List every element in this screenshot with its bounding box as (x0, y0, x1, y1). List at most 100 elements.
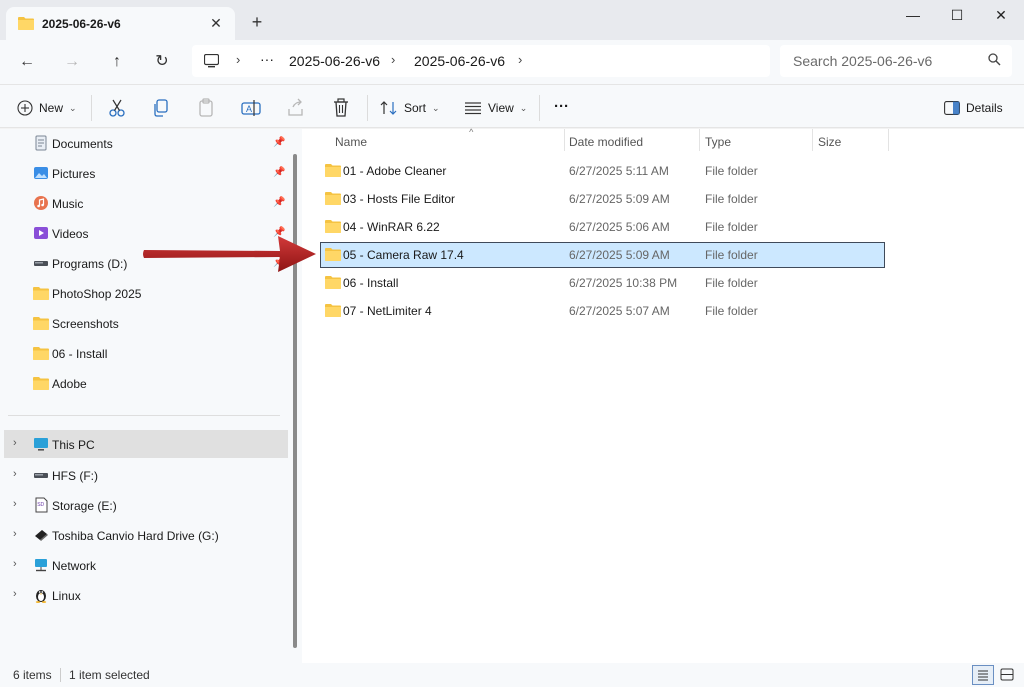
sidebar-item-label: Pictures (52, 167, 96, 181)
maximize-button[interactable]: ☐ (934, 0, 980, 30)
cut-icon[interactable] (106, 97, 128, 119)
refresh-button[interactable]: ↻ (150, 50, 174, 74)
file-name: 05 - Camera Raw 17.4 (343, 248, 464, 262)
chevron-right-icon[interactable]: › (13, 588, 17, 600)
chevron-right-icon[interactable]: › (13, 558, 17, 570)
folder-icon (325, 220, 341, 233)
column-header-date[interactable]: Date modified (563, 129, 699, 155)
sidebar-scrollbar[interactable] (293, 154, 297, 648)
folder-icon (325, 164, 341, 177)
breadcrumb-overflow[interactable]: ··· (260, 51, 274, 67)
svg-text:A: A (246, 104, 252, 114)
file-name: 07 - NetLimiter 4 (343, 304, 432, 318)
sidebar-item-photoshop-2025[interactable]: PhotoShop 2025 (0, 279, 288, 307)
view-list-icon (465, 102, 481, 115)
details-pane-button[interactable]: Details (944, 97, 1003, 119)
new-button[interactable]: New ⌄ (17, 97, 77, 119)
sidebar-item-label: Linux (52, 589, 81, 603)
tab-current-folder[interactable]: 2025-06-26-v6 ✕ (6, 7, 235, 40)
file-date: 6/27/2025 5:09 AM (569, 192, 670, 206)
details-view-button[interactable] (972, 665, 994, 685)
sort-button[interactable]: Sort ⌄ (380, 97, 440, 119)
view-label: View (488, 101, 514, 115)
close-window-button[interactable]: ✕ (978, 0, 1024, 30)
view-button[interactable]: View ⌄ (464, 97, 527, 119)
file-type: File folder (705, 276, 758, 290)
sidebar-item-hfs-drive[interactable]: › HFS (F:) (0, 461, 288, 489)
sidebar-item-storage-drive[interactable]: › SD Storage (E:) (0, 491, 288, 519)
drive-icon (34, 473, 48, 478)
minimize-button[interactable]: — (890, 0, 936, 30)
tab-close-button[interactable]: ✕ (206, 13, 226, 33)
column-divider[interactable] (888, 129, 889, 151)
file-row[interactable]: 06 - Install 6/27/2025 10:38 PM File fol… (320, 270, 885, 296)
folder-icon (325, 248, 341, 261)
sidebar-item-linux[interactable]: › Linux (0, 581, 288, 609)
computer-icon (204, 54, 219, 68)
chevron-right-icon[interactable]: › (13, 437, 17, 449)
tiles-view-icon (1000, 668, 1014, 681)
file-row[interactable]: 03 - Hosts File Editor 6/27/2025 5:09 AM… (320, 186, 885, 212)
breadcrumb-chevron[interactable]: › (518, 52, 522, 67)
back-button[interactable]: ← (15, 50, 39, 74)
column-date-label: Date modified (569, 135, 644, 149)
more-options-button[interactable]: ··· (554, 95, 569, 117)
forward-button[interactable]: → (60, 50, 84, 74)
breadcrumb-chevron[interactable]: › (391, 52, 395, 67)
chevron-right-icon[interactable]: › (13, 528, 17, 540)
paste-icon[interactable] (195, 97, 217, 119)
sidebar-item-06-install[interactable]: 06 - Install (0, 339, 288, 367)
sidebar-divider (8, 415, 280, 416)
sd-card-icon: SD (35, 497, 48, 513)
breadcrumb-chevron[interactable]: › (236, 52, 240, 67)
file-date: 6/27/2025 5:11 AM (569, 164, 669, 178)
sidebar-item-label: 06 - Install (52, 347, 108, 361)
pin-icon: 📌 (273, 197, 286, 208)
column-header-size[interactable]: Size (812, 129, 888, 155)
sidebar-item-this-pc[interactable]: › This PC (4, 430, 288, 458)
folder-icon (325, 304, 341, 317)
status-divider (60, 668, 61, 682)
sidebar-item-music[interactable]: Music 📌 (0, 189, 288, 217)
folder-icon (33, 347, 49, 360)
copy-icon[interactable] (150, 97, 172, 119)
sidebar-item-pictures[interactable]: Pictures 📌 (0, 159, 288, 187)
toolbar-divider (539, 95, 540, 121)
address-bar[interactable]: › ··· 2025-06-26-v6 › 2025-06-26-v6 › (192, 45, 770, 77)
sidebar-item-label: Storage (E:) (52, 499, 117, 513)
plus-circle-icon (17, 100, 33, 116)
details-view-icon (978, 670, 988, 681)
delete-icon[interactable] (330, 97, 352, 119)
navigation-pane: Documents 📌 Pictures 📌 Music 📌 Videos 📌 … (0, 129, 302, 663)
column-header-type[interactable]: Type (699, 129, 812, 155)
breadcrumb-item[interactable]: 2025-06-26-v6 (289, 53, 380, 69)
column-header-name[interactable]: Name ^ (329, 127, 564, 155)
sidebar-item-label: Toshiba Canvio Hard Drive (G:) (52, 529, 219, 543)
share-icon[interactable] (285, 97, 307, 119)
sidebar-item-label: PhotoShop 2025 (52, 287, 142, 301)
chevron-right-icon[interactable]: › (13, 498, 17, 510)
sidebar-item-network[interactable]: › Network (0, 551, 288, 579)
sidebar-item-toshiba-drive[interactable]: › Toshiba Canvio Hard Drive (G:) (0, 521, 288, 549)
tab-title: 2025-06-26-v6 (42, 17, 121, 31)
new-tab-button[interactable]: + (247, 12, 267, 32)
sidebar-item-documents[interactable]: Documents 📌 (0, 129, 288, 157)
tiles-view-button[interactable] (997, 665, 1019, 685)
pin-icon: 📌 (273, 167, 286, 178)
folder-icon (33, 317, 49, 330)
svg-text:SD: SD (37, 502, 44, 508)
file-row[interactable]: 07 - NetLimiter 4 6/27/2025 5:07 AM File… (320, 298, 885, 324)
search-input[interactable]: Search 2025-06-26-v6 (780, 45, 1012, 77)
sidebar-item-screenshots[interactable]: Screenshots (0, 309, 288, 337)
chevron-right-icon[interactable]: › (13, 468, 17, 480)
breadcrumb-item-current[interactable]: 2025-06-26-v6 (414, 53, 505, 69)
file-date: 6/27/2025 5:06 AM (569, 220, 670, 234)
sidebar-item-adobe[interactable]: Adobe (0, 369, 288, 397)
rename-icon[interactable]: A (240, 97, 262, 119)
file-row-selected[interactable]: 05 - Camera Raw 17.4 6/27/2025 5:09 AM F… (320, 242, 885, 268)
up-button[interactable]: ↑ (105, 50, 129, 74)
file-name: 01 - Adobe Cleaner (343, 164, 447, 178)
file-row[interactable]: 01 - Adobe Cleaner 6/27/2025 5:11 AM Fil… (320, 158, 885, 184)
file-row[interactable]: 04 - WinRAR 6.22 6/27/2025 5:06 AM File … (320, 214, 885, 240)
sidebar-item-label: Programs (D:) (52, 257, 128, 271)
